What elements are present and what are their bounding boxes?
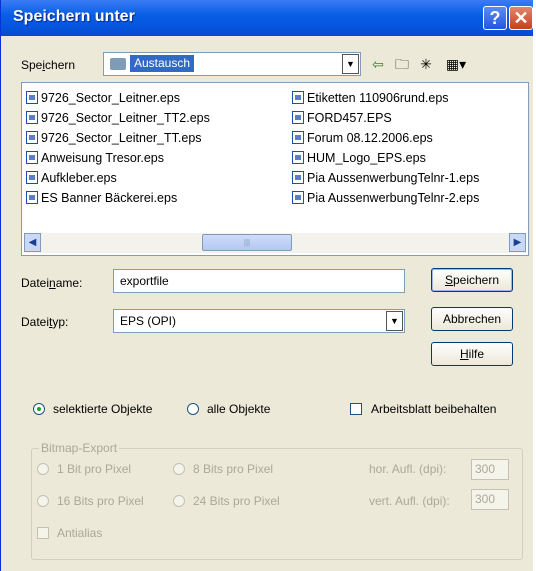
help-button[interactable]: Hilfe [431,342,513,366]
selected-objects-label: selektierte Objekte [53,402,153,416]
antialias-label: Antialias [57,526,103,540]
hor-resolution-label: hor. Aufl. (dpi): [369,462,447,476]
close-icon[interactable]: ✕ [509,6,533,30]
list-item[interactable]: 9726_Sector_Leitner_TT2.eps [26,109,210,127]
title-bar[interactable]: Speichern unter ? ✕ [1,0,533,36]
selected-objects-radio[interactable] [33,403,45,415]
dialog-title: Speichern unter [13,8,135,25]
filename-label: Dateiname: [21,276,83,290]
save-in-combo[interactable]: Austausch ▼ [103,52,361,76]
eps-file-icon [292,171,304,184]
list-item[interactable]: Anweisung Tresor.eps [26,149,164,167]
hor-resolution-input[interactable]: 300 [471,459,509,480]
bit8-label: 8 Bits pro Pixel [193,462,274,476]
eps-file-icon [26,91,38,104]
keep-sheet-label: Arbeitsblatt beibehalten [371,402,497,416]
back-arrow-icon[interactable]: ⇦ [369,55,387,73]
save-in-folder: Austausch [130,55,195,72]
new-folder-icon[interactable]: ✳ [417,55,435,73]
all-objects-radio[interactable] [187,403,199,415]
bit24-radio[interactable] [173,495,185,507]
file-list[interactable]: 9726_Sector_Leitner.eps 9726_Sector_Leit… [21,82,529,256]
view-menu-icon[interactable]: ▦▾ [443,55,469,73]
list-item[interactable]: HUM_Logo_EPS.eps [292,149,426,167]
folder-icon [110,58,126,70]
save-button[interactable]: Speichern [431,268,513,292]
eps-file-icon [26,191,38,204]
keep-sheet-checkbox[interactable] [350,403,362,415]
vert-resolution-label: vert. Aufl. (dpi): [369,494,450,508]
eps-file-icon [292,111,304,124]
eps-file-icon [26,151,38,164]
list-item[interactable]: Aufkleber.eps [26,169,117,187]
list-item[interactable]: Etiketten 110906rund.eps [292,89,449,107]
list-item[interactable]: Pia AussenwerbungTelnr-1.eps [292,169,479,187]
save-as-dialog: Speichern unter ? ✕ Speichern Austausch … [0,0,533,571]
bit1-label: 1 Bit pro Pixel [57,462,132,476]
eps-file-icon [292,91,304,104]
filetype-label: Dateityp: [21,315,69,329]
eps-file-icon [292,131,304,144]
list-item[interactable]: 9726_Sector_Leitner_TT.eps [26,129,202,147]
up-folder-icon[interactable]: 🗀 [393,55,411,73]
bit1-radio[interactable] [37,463,49,475]
scroll-right-icon[interactable]: ▶ [509,233,526,252]
scroll-left-icon[interactable]: ◀ [24,233,41,252]
cancel-button[interactable]: Abbrechen [431,307,513,331]
horizontal-scrollbar[interactable]: ◀ ||| ▶ [24,233,526,253]
list-item[interactable]: Pia AussenwerbungTelnr-2.eps [292,189,479,207]
filetype-select[interactable]: EPS (OPI) ▼ [113,309,405,333]
scroll-thumb[interactable]: ||| [202,234,292,251]
eps-file-icon [26,171,38,184]
chevron-down-icon[interactable]: ▼ [342,54,359,74]
filename-input[interactable]: exportfile [113,269,405,293]
bit16-radio[interactable] [37,495,49,507]
filetype-value: EPS (OPI) [120,314,177,328]
antialias-checkbox[interactable] [37,527,49,539]
bit16-label: 16 Bits pro Pixel [57,494,144,508]
eps-file-icon [292,191,304,204]
list-item[interactable]: ES Banner Bäckerei.eps [26,189,177,207]
eps-file-icon [292,151,304,164]
save-in-label: Speichern [21,58,76,72]
eps-file-icon [26,111,38,124]
eps-file-icon [26,131,38,144]
vert-resolution-input[interactable]: 300 [471,489,509,510]
list-item[interactable]: 9726_Sector_Leitner.eps [26,89,180,107]
list-item[interactable]: FORD457.EPS [292,109,392,127]
bit24-label: 24 Bits pro Pixel [193,494,280,508]
help-icon[interactable]: ? [483,6,507,30]
list-item[interactable]: Forum 08.12.2006.eps [292,129,433,147]
chevron-down-icon[interactable]: ▼ [386,311,403,331]
bit8-radio[interactable] [173,463,185,475]
bitmap-export-title: Bitmap-Export [39,441,120,455]
all-objects-label: alle Objekte [207,402,271,416]
